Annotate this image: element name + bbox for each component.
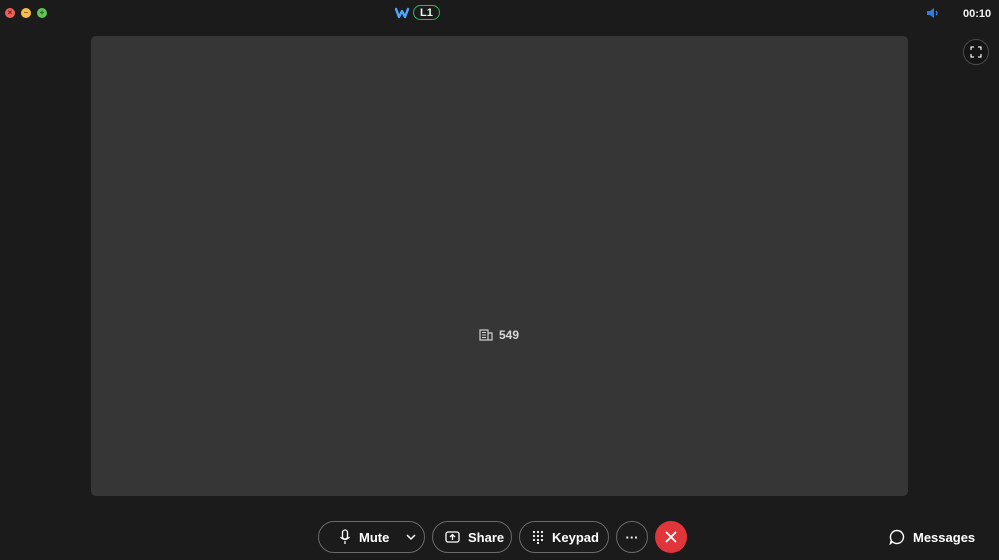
close-window-button[interactable]: × [5,8,15,18]
video-stage: 549 [91,36,908,496]
speaker-volume-icon[interactable] [926,6,940,20]
more-icon: ··· [625,529,639,545]
mute-label: Mute [359,529,390,545]
participant-label: 549 [499,328,520,342]
messages-label: Messages [913,529,976,545]
window-controls: × – + [5,8,47,18]
participant-tile: 549 [479,328,519,342]
microphone-icon [340,529,350,544]
share-label: Share [468,529,505,545]
fullscreen-button[interactable] [963,39,989,65]
share-button[interactable]: Share [432,521,512,553]
call-timer: 00:10 [963,8,992,20]
fullscreen-icon [970,46,982,58]
line-indicator: L1 [395,5,440,20]
building-icon [479,329,493,341]
keypad-label: Keypad [552,529,599,545]
maximize-window-button[interactable]: + [37,8,47,18]
call-controls: Mute Share Keypad ··· [318,521,687,553]
end-call-icon [665,531,677,543]
messages-button[interactable]: Messages [889,529,975,545]
more-options-button[interactable]: ··· [616,521,648,553]
keypad-button[interactable]: Keypad [519,521,609,553]
mute-button[interactable]: Mute [318,521,425,553]
chevron-down-icon[interactable] [405,531,417,543]
webex-logo-icon [395,7,409,18]
share-screen-icon [445,530,460,543]
line-badge[interactable]: L1 [413,5,440,20]
chat-bubble-icon [889,529,905,545]
end-call-button[interactable] [655,521,687,553]
keypad-icon [532,530,544,544]
minimize-window-button[interactable]: – [21,8,31,18]
call-window: × – + L1 00:10 549 Mute Share Keypad ···… [0,0,999,560]
